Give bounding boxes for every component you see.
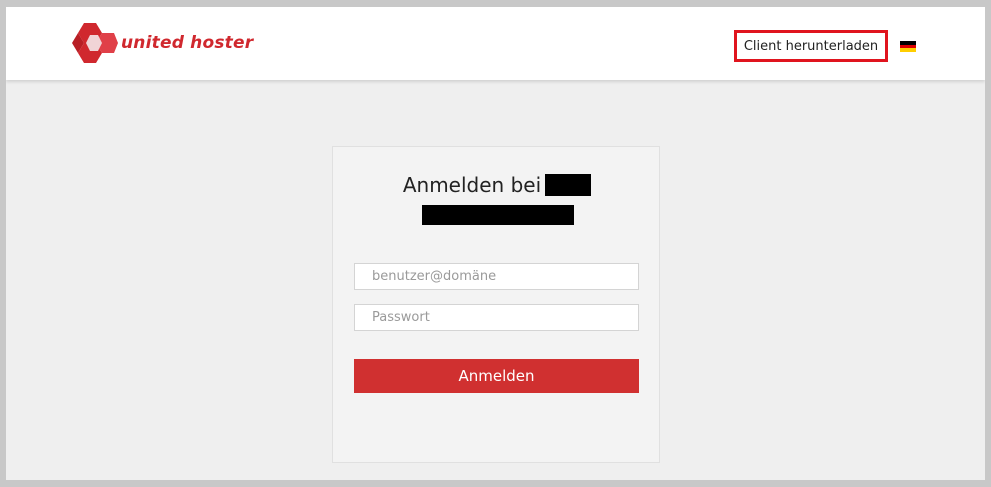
hexagon-logo-icon bbox=[72, 23, 118, 63]
top-header: united hoster Client herunterladen bbox=[6, 7, 985, 80]
browser-frame: united hoster Client herunterladen Anmel… bbox=[6, 7, 985, 480]
login-button-label: Anmelden bbox=[458, 367, 535, 385]
redacted-block bbox=[545, 174, 592, 196]
login-title-text: Anmelden bei bbox=[402, 173, 542, 197]
download-client-link[interactable]: Client herunterladen bbox=[734, 30, 888, 62]
login-button[interactable]: Anmelden bbox=[354, 359, 639, 393]
password-placeholder: Passwort bbox=[372, 310, 430, 325]
brand-name: united hoster bbox=[121, 33, 254, 53]
username-placeholder: benutzer@domäne bbox=[372, 269, 497, 284]
login-title: Anmelden bei bbox=[333, 173, 661, 197]
login-card: Anmelden bei benutzer@domäne Passwort An… bbox=[332, 146, 660, 463]
german-flag-icon[interactable] bbox=[900, 41, 916, 53]
password-input[interactable]: Passwort bbox=[354, 304, 639, 331]
redacted-block bbox=[422, 205, 574, 225]
username-input[interactable]: benutzer@domäne bbox=[354, 263, 639, 290]
download-client-label: Client herunterladen bbox=[743, 38, 879, 54]
brand-logo[interactable]: united hoster bbox=[70, 21, 253, 65]
